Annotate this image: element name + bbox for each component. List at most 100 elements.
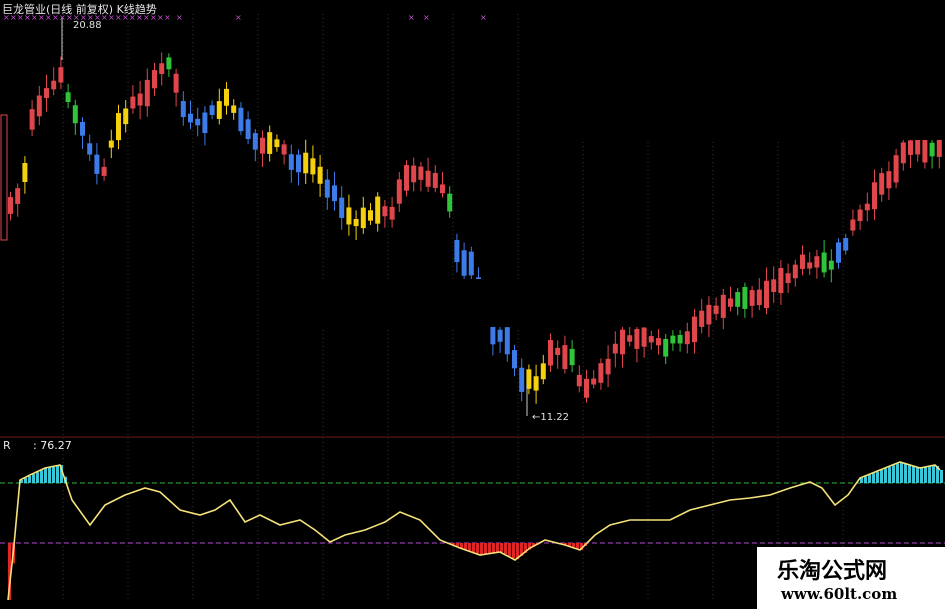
candle-body [908, 140, 913, 155]
x-marker: × [235, 13, 242, 22]
candle-body [144, 79, 150, 107]
r-above-bar [868, 474, 871, 483]
candle-body [576, 374, 582, 387]
candle-body [749, 290, 755, 306]
candle-body [641, 327, 647, 347]
candle-body [245, 119, 251, 140]
r-below-bar [460, 543, 463, 548]
candle-body [432, 173, 438, 188]
candle-body [216, 101, 222, 119]
redaction-block [284, 279, 661, 327]
candle-body [195, 118, 201, 126]
candle-body [922, 138, 928, 163]
r-above-bar [880, 470, 883, 483]
candle-body [404, 165, 409, 191]
candle-body [886, 171, 892, 189]
candle-body [15, 188, 21, 204]
candle-body [231, 105, 237, 113]
low-price-label: ←11.22 [532, 412, 570, 423]
candle-body [699, 310, 705, 327]
r-above-bar [892, 465, 895, 483]
x-marker: × [480, 13, 487, 22]
candle-body [130, 96, 136, 109]
r-below-bar [468, 543, 471, 551]
candle-body [447, 193, 453, 212]
candle-body [440, 184, 445, 194]
candle-body [396, 179, 402, 204]
candle-body [533, 376, 539, 391]
r-above-bar [920, 468, 923, 483]
candle-body [864, 203, 870, 211]
r-above-bar [56, 465, 59, 483]
candle-body [720, 294, 726, 318]
x-marker: × [157, 13, 164, 22]
r-above-bar [916, 466, 919, 483]
candle-body [202, 112, 208, 134]
candle-body [735, 292, 741, 307]
watermark-title: 乐淘公式网 [777, 559, 888, 584]
r-above-bar [908, 464, 911, 483]
candle-body [108, 140, 114, 148]
candle-body [454, 239, 460, 263]
candle-body [598, 363, 604, 383]
candle-body [663, 338, 669, 357]
r-below-bar [484, 543, 487, 555]
indicator-name: R [3, 439, 11, 452]
candle-body [836, 242, 841, 263]
r-below-bar [480, 543, 483, 555]
candle-body [87, 143, 93, 155]
candle-body [209, 105, 215, 116]
r-above-bar [864, 476, 867, 483]
candle-body [101, 166, 107, 176]
candle-body [44, 88, 49, 99]
candle-body [548, 339, 553, 366]
candle-body [389, 206, 395, 220]
candle-body [728, 298, 733, 307]
first-candle [0, 114, 8, 241]
candle-body [116, 113, 121, 141]
x-marker: × [164, 13, 171, 22]
candle-body [360, 207, 366, 229]
r-above-bar [32, 474, 35, 483]
r-above-bar [904, 463, 907, 483]
r-below-bar [576, 543, 579, 549]
candle-body [173, 73, 179, 93]
candle-body [94, 154, 100, 174]
candle-body [843, 238, 849, 251]
r-below-bar [508, 543, 511, 557]
candle-body [324, 179, 330, 198]
candle-body [281, 144, 287, 155]
candle-body [584, 378, 589, 398]
candle-body [8, 197, 13, 214]
candle-body [180, 101, 186, 118]
candle-body [519, 367, 525, 392]
r-above-bar [900, 462, 903, 483]
candle-body [296, 154, 301, 173]
candle-body [850, 219, 856, 231]
candle-body [36, 95, 42, 117]
candle-body [742, 286, 748, 309]
candle-body [267, 132, 273, 154]
candle-body [72, 105, 78, 124]
candle-body [756, 289, 762, 306]
r-above-bar [872, 473, 875, 483]
x-marker: × [408, 13, 415, 22]
chart-title: 巨龙管业(日线 前复权) K线趋势 [2, 3, 157, 16]
r-above-bar [932, 465, 935, 483]
candle-body [274, 139, 280, 148]
candle-body [137, 93, 143, 106]
candle-body [677, 334, 683, 344]
candle-body [778, 267, 784, 294]
candle-body [468, 251, 474, 276]
r-below-bar [472, 543, 475, 553]
candle-body [418, 166, 424, 180]
candle-body [425, 170, 431, 187]
candle-body [612, 343, 618, 354]
candle-body [900, 142, 906, 164]
candle-body [936, 138, 942, 157]
candle-body [807, 262, 813, 269]
candle-body [80, 121, 85, 136]
candle-body [159, 63, 165, 75]
candle-body [411, 165, 417, 183]
high-price-label: 20.88 [73, 20, 102, 31]
